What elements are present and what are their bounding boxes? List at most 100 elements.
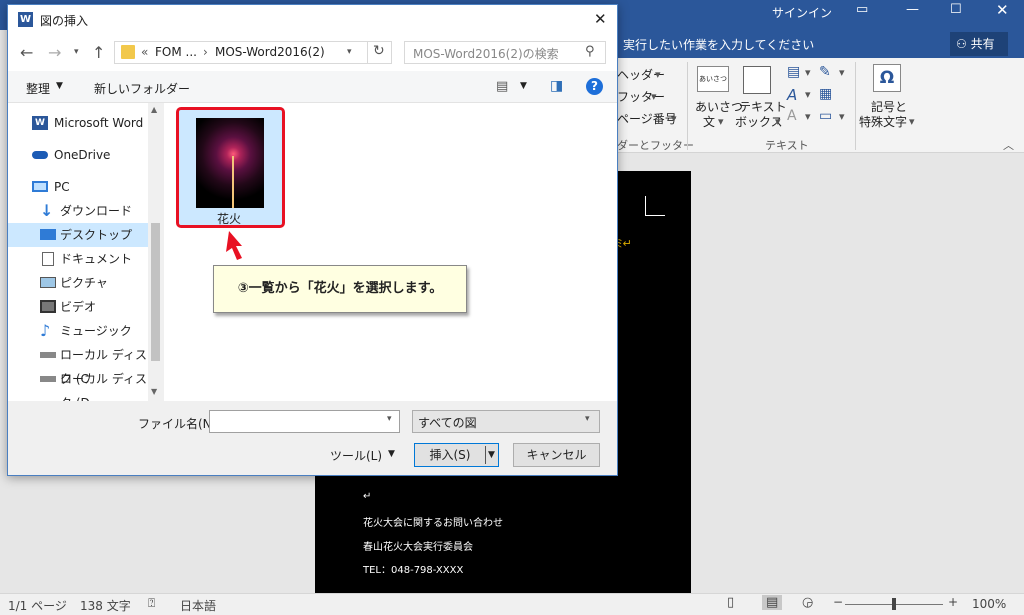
dialog-close-icon[interactable]: ✕ (594, 10, 607, 28)
nav-item-microsoft-word[interactable]: W Microsoft Word (8, 111, 148, 135)
tools-dropdown-icon[interactable]: ▼ (388, 449, 395, 459)
insert-dropdown-icon[interactable]: ▼ (488, 444, 495, 466)
nav-item-video[interactable]: ビデオ (8, 295, 148, 319)
tools-button[interactable]: ツール(L) (330, 447, 382, 464)
nav-item-pc[interactable]: PC (8, 175, 148, 199)
greeting-button[interactable]: あいさつ (695, 100, 743, 114)
nav-item-downloads[interactable]: ↓ ダウンロード (8, 199, 148, 223)
zoom-slider-thumb[interactable] (892, 598, 896, 610)
breadcrumb-item[interactable]: FOM ... (155, 45, 197, 59)
dropdown-icon: ▾ (909, 115, 915, 128)
group-label-text: テキスト (765, 139, 809, 152)
search-icon[interactable]: ⚲ (585, 44, 595, 59)
object-icon[interactable]: ▭ (819, 108, 832, 124)
dropdown-icon: ▾ (805, 110, 811, 123)
nav-item-onedrive[interactable]: OneDrive (8, 143, 148, 167)
dropdown-icon: ▾ (651, 90, 657, 103)
desktop-icon (40, 229, 56, 240)
signin-link[interactable]: サインイン (772, 4, 832, 21)
signature-icon[interactable]: ✎ (819, 64, 831, 80)
filetype-select[interactable]: すべての図 ▾ (412, 410, 600, 433)
up-arrow-icon[interactable]: ↑ (92, 43, 105, 62)
recent-dropdown-icon[interactable]: ▾ (74, 47, 79, 57)
zoom-level[interactable]: 100% (972, 597, 1006, 611)
nav-label: ピクチャ (60, 276, 108, 290)
symbols-button-line2[interactable]: 特殊文字 (859, 115, 907, 129)
nav-item-disk-d[interactable]: ローカル ディスク (D (8, 367, 148, 410)
symbols-button[interactable]: 記号と (871, 100, 907, 114)
proofing-icon[interactable]: ⍰ (148, 596, 155, 611)
back-arrow-icon[interactable]: ← (20, 43, 33, 62)
ribbon: ヘッダー ▾ フッター ▾ ページ番号 ▾ ダーとフッター あいさつ あいさつ … (615, 58, 1024, 153)
quickparts-icon[interactable]: ▤ (787, 64, 800, 80)
nav-item-desktop[interactable]: デスクトップ (8, 223, 148, 247)
status-bar: 1/1 ページ 138 文字 ⍰ 日本語 ▯ ▤ ◶ − + 100% (0, 593, 1024, 615)
scroll-down-icon[interactable]: ▼ (151, 387, 157, 396)
zoom-out-icon[interactable]: − (833, 595, 843, 609)
footer-button[interactable]: フッター (617, 90, 665, 104)
tell-me-input[interactable]: 実行したい作業を入力してください (623, 36, 814, 53)
insert-button[interactable]: 挿入(S) ▼ (414, 443, 499, 467)
zoom-in-icon[interactable]: + (948, 595, 958, 609)
cancel-button[interactable]: キャンセル (513, 443, 600, 467)
filetype-value: すべての図 (418, 416, 477, 430)
omega-icon: Ω (873, 64, 901, 92)
wordart-icon[interactable]: A (787, 86, 797, 104)
dropdown-icon: ▾ (839, 110, 845, 123)
breadcrumb-item[interactable]: MOS-Word2016(2) (215, 45, 325, 59)
filename-input[interactable]: ▾ (209, 410, 400, 433)
page-count[interactable]: 1/1 ページ (8, 597, 67, 614)
address-bar[interactable]: « FOM ... › MOS-Word2016(2) ▾ ↻ (114, 41, 392, 64)
ribbon-display-icon[interactable]: ▭ (856, 2, 868, 17)
collapse-ribbon-icon[interactable]: ︿ (1003, 137, 1014, 153)
page-number-button[interactable]: ページ番号 (617, 112, 677, 126)
textbox-button[interactable]: テキスト (739, 100, 787, 114)
web-layout-icon[interactable]: ◶ (802, 595, 813, 610)
read-mode-icon[interactable]: ▯ (727, 595, 734, 610)
nav-item-disk-c[interactable]: ローカル ディスク (C (8, 343, 148, 386)
dialog-titlebar: W 図の挿入 ✕ (8, 5, 617, 35)
language-indicator[interactable]: 日本語 (180, 597, 216, 614)
nav-label: ビデオ (60, 300, 97, 314)
refresh-icon[interactable]: ↻ (373, 43, 385, 59)
dialog-footer: ファイル名(N): ▾ すべての図 ▾ ツール(L) ▼ 挿入(S) ▼ キャン… (8, 401, 617, 475)
help-icon[interactable]: ? (586, 78, 603, 95)
greeting-button-line2[interactable]: 文 (703, 115, 715, 129)
minimize-icon[interactable]: — (906, 2, 919, 17)
print-layout-icon[interactable]: ▤ (762, 595, 783, 610)
maximize-icon[interactable]: ☐ (950, 2, 962, 17)
view-options-icon[interactable]: ▤ (496, 79, 508, 94)
nav-label: ドキュメント (60, 252, 133, 266)
address-dropdown-icon[interactable]: ▾ (347, 47, 352, 57)
search-input[interactable]: MOS-Word2016(2)の検索 (413, 45, 559, 62)
music-icon: ♪ (40, 321, 51, 340)
view-dropdown-icon[interactable]: ▼ (520, 81, 527, 91)
search-field[interactable]: MOS-Word2016(2)の検索 ⚲ (404, 41, 606, 64)
file-item-fireworks[interactable]: 花火 (176, 107, 285, 228)
nav-item-documents[interactable]: ドキュメント (8, 247, 148, 271)
margin-mark (645, 196, 665, 216)
nav-item-pictures[interactable]: ピクチャ (8, 271, 148, 295)
scrollbar-thumb[interactable] (151, 223, 160, 361)
organize-button[interactable]: 整理 (26, 80, 50, 97)
nav-label: OneDrive (54, 148, 111, 162)
filetype-dropdown-icon[interactable]: ▾ (585, 414, 590, 424)
group-label-header-footer: ダーとフッター (617, 139, 694, 152)
share-button[interactable]: ⚇ 共有 (950, 32, 1008, 56)
close-icon[interactable]: ✕ (996, 1, 1009, 19)
dropcap-icon[interactable]: A (787, 108, 797, 124)
word-count[interactable]: 138 文字 (80, 597, 131, 614)
datetime-icon[interactable]: ▦ (819, 86, 832, 102)
scroll-up-icon[interactable]: ▲ (151, 105, 157, 114)
doc-line-2: 春山花火大会実行委員会 (363, 542, 473, 553)
dropdown-icon: ▾ (805, 66, 811, 79)
dialog-toolbar: 整理 ▼ 新しいフォルダー ▤ ▼ ◨ ? (8, 71, 617, 103)
nav-scrollbar[interactable]: ▲ ▼ (148, 103, 163, 401)
nav-label: ダウンロード (60, 204, 133, 218)
new-folder-button[interactable]: 新しいフォルダー (94, 80, 190, 97)
forward-arrow-icon[interactable]: → (48, 43, 61, 62)
organize-dropdown-icon[interactable]: ▼ (56, 81, 63, 91)
nav-item-music[interactable]: ♪ ミュージック (8, 319, 148, 343)
filename-dropdown-icon[interactable]: ▾ (387, 414, 392, 424)
preview-pane-icon[interactable]: ◨ (550, 78, 563, 94)
